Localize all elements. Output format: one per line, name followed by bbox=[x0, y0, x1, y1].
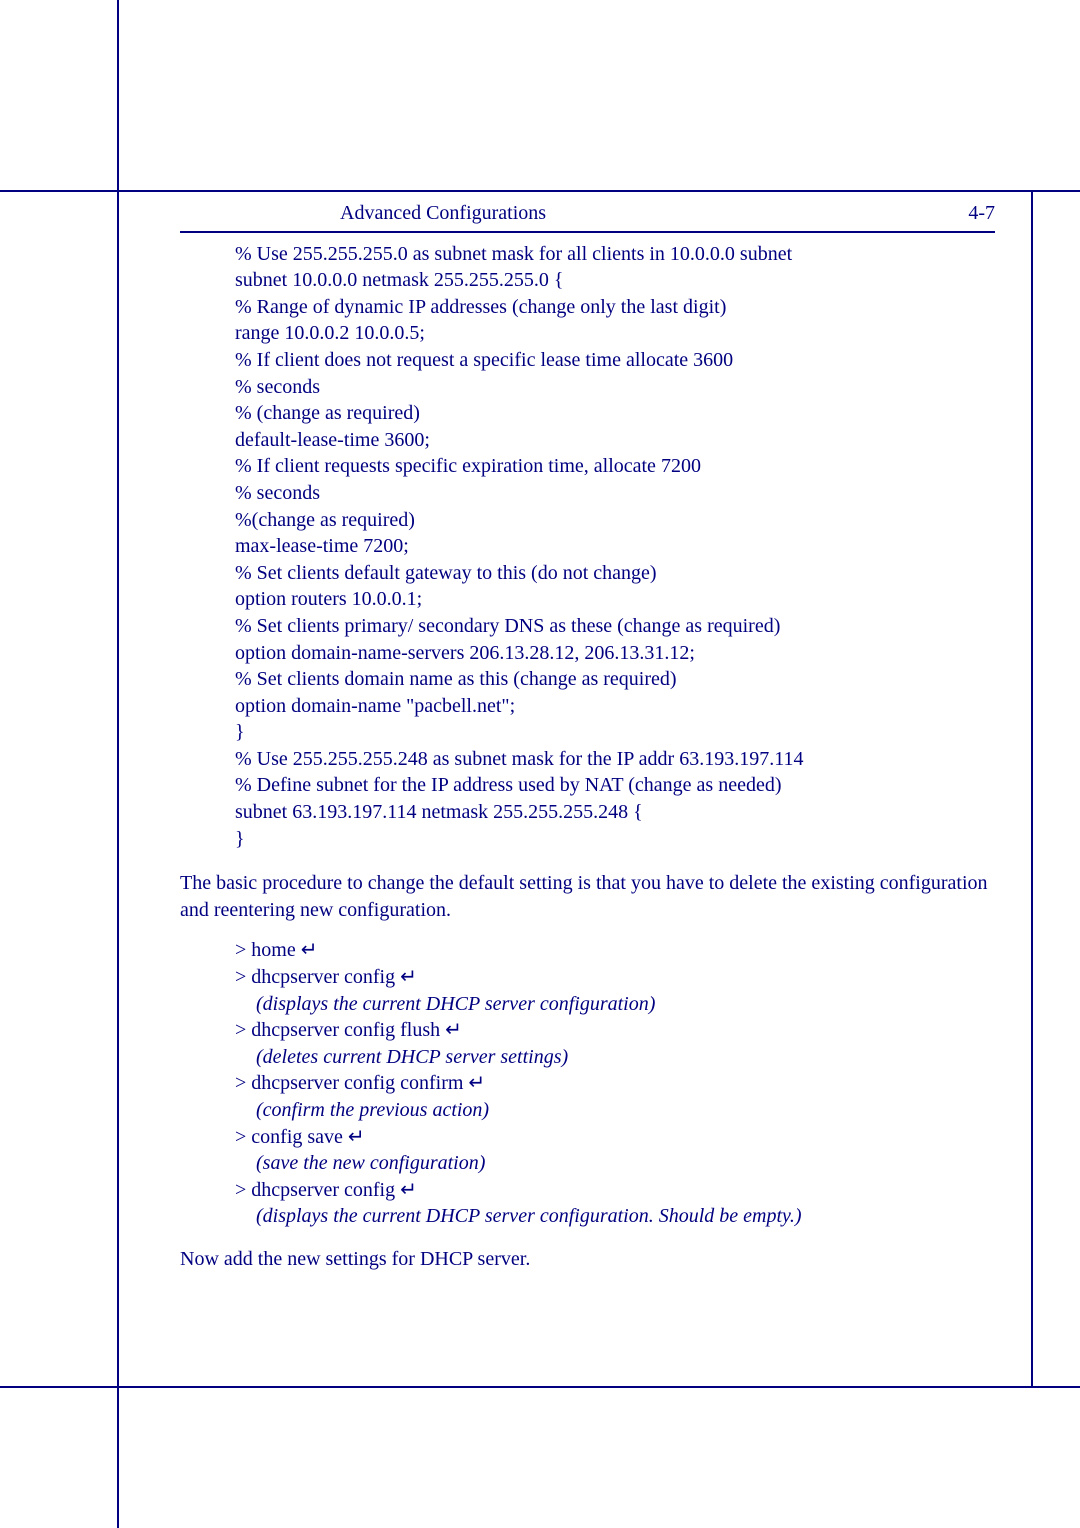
config-line: % Set clients domain name as this (chang… bbox=[235, 666, 995, 693]
command-line: > config save ↵ bbox=[235, 1124, 995, 1151]
frame-rule-top bbox=[0, 190, 1080, 192]
config-line: % (change as required) bbox=[235, 400, 995, 427]
head-rule bbox=[180, 231, 995, 233]
config-line: % Use 255.255.255.0 as subnet mask for a… bbox=[235, 241, 995, 268]
config-line: %(change as required) bbox=[235, 507, 995, 534]
command-note: (displays the current DHCP server config… bbox=[235, 991, 995, 1018]
closing-paragraph: Now add the new settings for DHCP server… bbox=[180, 1246, 995, 1273]
config-line: % Set clients primary/ secondary DNS as … bbox=[235, 613, 995, 640]
config-line: % Define subnet for the IP address used … bbox=[235, 772, 995, 799]
config-line: % If client does not request a specific … bbox=[235, 347, 995, 374]
config-line: range 10.0.0.2 10.0.0.5; bbox=[235, 320, 995, 347]
config-line: % Use 255.255.255.248 as subnet mask for… bbox=[235, 746, 995, 773]
config-block: % Use 255.255.255.0 as subnet mask for a… bbox=[235, 241, 995, 853]
command-note: (deletes current DHCP server settings) bbox=[235, 1044, 995, 1071]
command-block: > home ↵> dhcpserver config ↵ (displays … bbox=[235, 937, 995, 1230]
frame-rule-left bbox=[117, 0, 119, 1528]
command-line: > home ↵ bbox=[235, 937, 995, 964]
command-note: (displays the current DHCP server config… bbox=[235, 1203, 995, 1230]
running-head-pagenum: 4-7 bbox=[968, 200, 995, 227]
command-note: (confirm the previous action) bbox=[235, 1097, 995, 1124]
config-line: option domain-name-servers 206.13.28.12,… bbox=[235, 640, 995, 667]
config-line: } bbox=[235, 719, 995, 746]
command-line: > dhcpserver config flush ↵ bbox=[235, 1017, 995, 1044]
command-line: > dhcpserver config ↵ bbox=[235, 964, 995, 991]
config-line: % seconds bbox=[235, 374, 995, 401]
config-line: % Range of dynamic IP addresses (change … bbox=[235, 294, 995, 321]
command-line: > dhcpserver config confirm ↵ bbox=[235, 1070, 995, 1097]
command-note: (save the new configuration) bbox=[235, 1150, 995, 1177]
config-line: % If client requests specific expiration… bbox=[235, 453, 995, 480]
config-line: subnet 63.193.197.114 netmask 255.255.25… bbox=[235, 799, 995, 826]
config-line: default-lease-time 3600; bbox=[235, 427, 995, 454]
running-head: Advanced Configurations 4-7 bbox=[180, 200, 995, 227]
mid-paragraph: The basic procedure to change the defaul… bbox=[180, 870, 995, 923]
frame-rule-bottom bbox=[0, 1386, 1080, 1388]
config-line: % seconds bbox=[235, 480, 995, 507]
page-content: Advanced Configurations 4-7 % Use 255.25… bbox=[180, 200, 995, 1287]
command-line: > dhcpserver config ↵ bbox=[235, 1177, 995, 1204]
frame-rule-right bbox=[1031, 190, 1033, 1388]
config-line: option routers 10.0.0.1; bbox=[235, 586, 995, 613]
config-line: } bbox=[235, 826, 995, 853]
running-head-title: Advanced Configurations bbox=[340, 200, 546, 227]
config-line: % Set clients default gateway to this (d… bbox=[235, 560, 995, 587]
config-line: option domain-name "pacbell.net"; bbox=[235, 693, 995, 720]
config-line: max-lease-time 7200; bbox=[235, 533, 995, 560]
config-line: subnet 10.0.0.0 netmask 255.255.255.0 { bbox=[235, 267, 995, 294]
